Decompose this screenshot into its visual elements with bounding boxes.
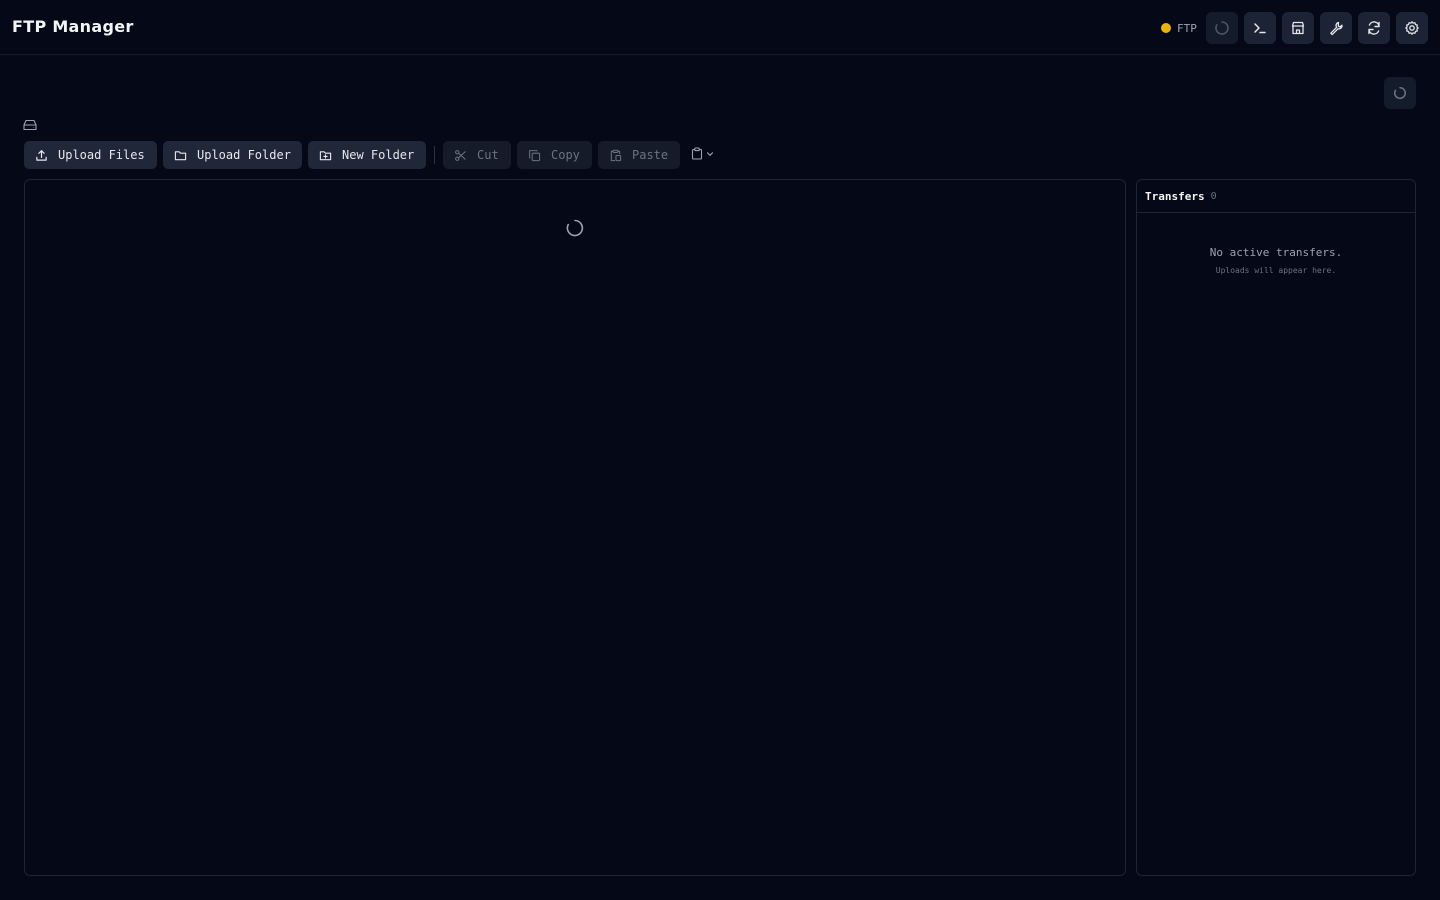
loading-indicator [1206, 12, 1238, 44]
refresh-button[interactable] [1358, 12, 1390, 44]
upload-icon [36, 149, 47, 161]
copy-label: Copy [551, 148, 580, 162]
app-title: FTP Manager [12, 17, 134, 36]
cut-button[interactable]: Cut [443, 141, 511, 169]
drive-icon[interactable] [23, 119, 37, 131]
status-dot [1161, 23, 1171, 33]
scissors-icon [455, 149, 466, 161]
paste-button[interactable]: Paste [598, 141, 680, 169]
status-label: FTP [1177, 21, 1197, 35]
paste-label: Paste [632, 148, 669, 162]
terminal-icon [1254, 23, 1266, 34]
panel-loading-indicator [1384, 77, 1416, 109]
spinner-icon [1394, 86, 1406, 100]
wrench-icon [1330, 21, 1343, 36]
chevron-down-icon [706, 151, 714, 156]
store-button[interactable] [1282, 12, 1314, 44]
tools-button[interactable] [1320, 12, 1352, 44]
copy-button[interactable]: Copy [517, 141, 592, 169]
paste-icon [610, 149, 622, 161]
upload-folder-button[interactable]: Upload Folder [163, 141, 302, 169]
connection-status: FTP [1161, 20, 1197, 36]
transfers-count: 0 [1210, 190, 1217, 202]
clipboard-dropdown[interactable] [691, 147, 714, 160]
transfers-empty-message: No active transfers. [1209, 246, 1343, 259]
transfers-title: Transfers [1145, 189, 1205, 203]
toolbar-divider [434, 146, 435, 164]
transfers-empty-hint: Uploads will appear here. [1215, 266, 1337, 275]
cut-label: Cut [477, 148, 499, 162]
gear-icon [1405, 21, 1419, 35]
app-header: FTP Manager FTP [0, 0, 1440, 55]
upload-folder-label: Upload Folder [197, 148, 291, 162]
refresh-icon [1368, 21, 1380, 35]
store-icon [1291, 21, 1305, 35]
clipboard-icon [691, 147, 703, 160]
new-folder-label: New Folder [342, 148, 415, 162]
settings-button[interactable] [1396, 12, 1428, 44]
folder-plus-icon [319, 150, 332, 160]
folder-icon [174, 150, 187, 160]
transfers-header: Transfers 0 [1137, 180, 1415, 213]
upload-files-button[interactable]: Upload Files [24, 141, 157, 169]
spinner-icon [1215, 21, 1229, 35]
transfers-panel: Transfers 0 No active transfers. Uploads… [1136, 179, 1416, 876]
terminal-button[interactable] [1244, 12, 1276, 44]
spinner-icon [566, 219, 584, 237]
copy-icon [529, 149, 541, 161]
upload-files-label: Upload Files [58, 148, 145, 162]
file-browser-panel[interactable] [24, 179, 1126, 876]
new-folder-button[interactable]: New Folder [308, 141, 426, 169]
